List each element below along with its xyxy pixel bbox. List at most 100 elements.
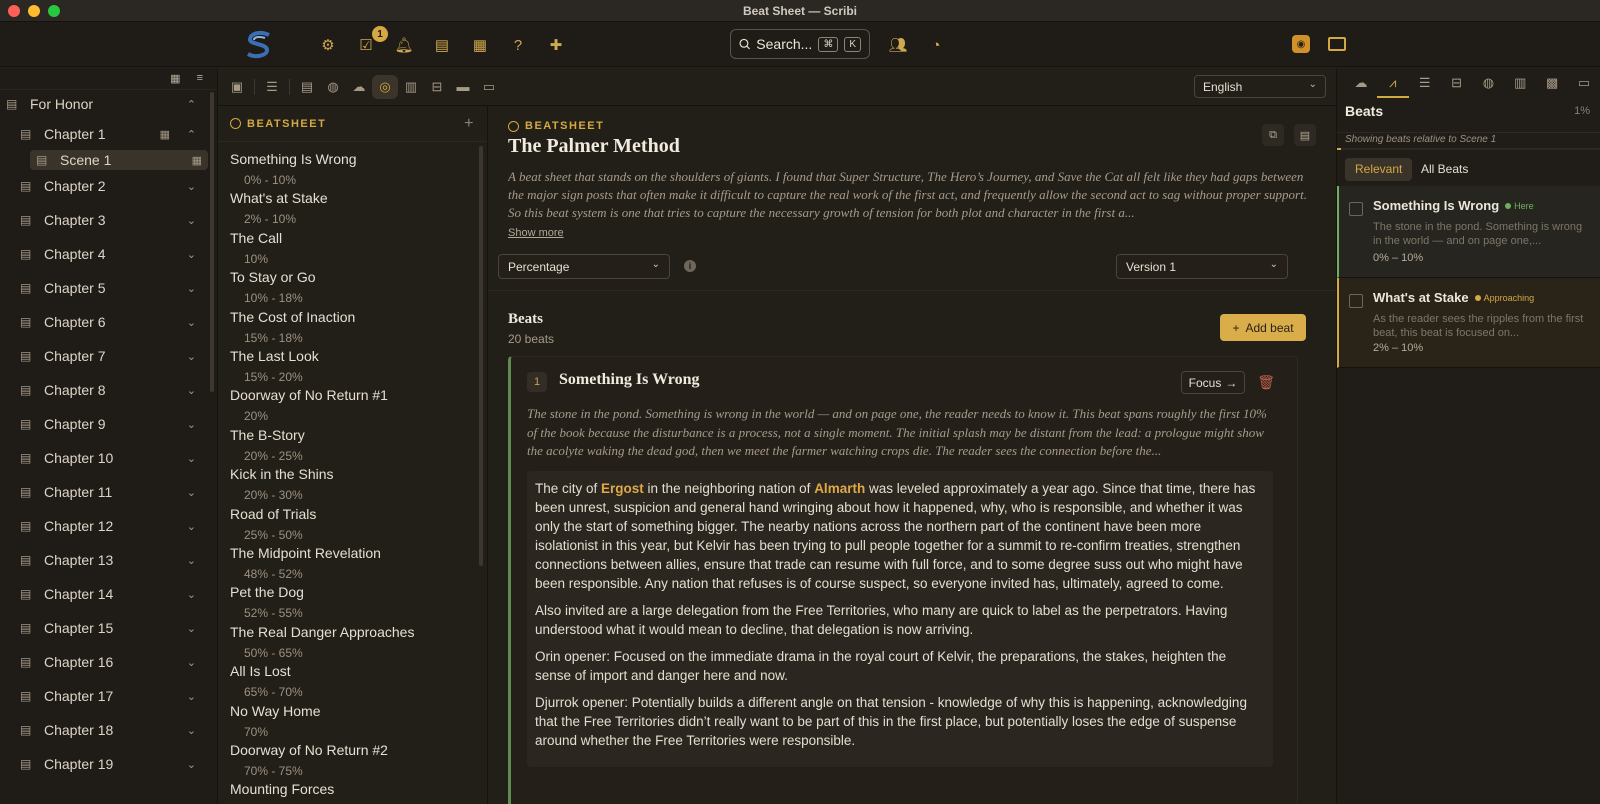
relevant-beat-item[interactable]: Something Is Wrong Here The stone in the p…	[1337, 186, 1600, 278]
tab-relevant[interactable]: Relevant	[1345, 158, 1413, 181]
chevron-down-icon[interactable]: ⌄	[187, 180, 196, 193]
chevron-down-icon[interactable]: ⌄	[187, 758, 196, 771]
menu-icon[interactable]: ≡	[197, 72, 203, 89]
brain-icon[interactable]: ☁	[346, 79, 372, 95]
chevron-down-icon[interactable]: ⌄	[187, 248, 196, 261]
tasks-icon[interactable]: ☑ 1	[354, 26, 388, 56]
beat-checkbox[interactable]	[1349, 294, 1363, 308]
globe-icon[interactable]: ◍	[1473, 68, 1505, 98]
sidebar-item-chapter[interactable]: ▤ Chapter 4 ⌄	[0, 244, 210, 264]
beat-list-item[interactable]: What's at Stake 2% - 10%	[230, 190, 480, 226]
beatsheet-icon[interactable]: ◎	[372, 74, 398, 99]
sidebar-item-chapter[interactable]: ▤ Chapter 2 ⌄	[0, 176, 210, 196]
timeline-icon[interactable]: ⊟	[424, 79, 450, 95]
document-icon[interactable]: ▤	[294, 79, 320, 95]
chevron-down-icon[interactable]: ⌄	[187, 724, 196, 737]
avatar[interactable]: ◉	[1292, 35, 1310, 53]
language-select[interactable]: English ⌄	[1194, 75, 1326, 98]
beat-list-item[interactable]: Road of Trials 25% - 50%	[230, 506, 480, 542]
chevron-down-icon[interactable]: ⌄	[187, 418, 196, 431]
chevron-down-icon[interactable]: ⌄	[187, 554, 196, 567]
chevron-down-icon[interactable]: ⌄	[187, 520, 196, 533]
archive-icon[interactable]: ▬	[450, 79, 476, 94]
beat-list-item[interactable]: Doorway of No Return #1 20%	[230, 387, 480, 423]
chevron-down-icon[interactable]: ⌄	[187, 588, 196, 601]
chart-icon[interactable]: ⩘	[1376, 68, 1409, 98]
add-icon[interactable]: +	[464, 115, 475, 133]
chevron-down-icon[interactable]: ⌄	[187, 486, 196, 499]
chat-icon[interactable]: ✚	[544, 34, 568, 56]
mode-select[interactable]: Percentage ⌄	[498, 254, 670, 279]
globe-icon[interactable]: ◍	[320, 79, 346, 95]
outline-icon[interactable]: ☰	[259, 79, 285, 95]
zoom-window-button[interactable]	[48, 5, 60, 17]
sidebar-item-chapter[interactable]: ▤ Chapter 19 ⌄	[0, 754, 210, 774]
beat-list-item[interactable]: The Cost of Inaction 15% - 18%	[230, 309, 480, 345]
toggle-sidebar-icon[interactable]: ▣	[224, 79, 250, 95]
app-logo[interactable]	[243, 29, 275, 61]
chat-icon[interactable]: ▭	[1568, 68, 1600, 98]
sidebar-item-chapter[interactable]: ▤ Chapter 17 ⌄	[0, 686, 210, 706]
sidebar-item-chapter[interactable]: ▤ Chapter 11 ⌄	[0, 482, 210, 502]
sidebar-item-chapter[interactable]: ▤ Chapter 10 ⌄	[0, 448, 210, 468]
calendar-icon[interactable]: ▦	[160, 128, 170, 141]
sidebar-item-chapter[interactable]: ▤ Chapter 3 ⌄	[0, 210, 210, 230]
beat-notes-editor[interactable]: The city of Ergost in the neighboring na…	[527, 471, 1273, 767]
sidebar-item-chapter[interactable]: ▤ Chapter 16 ⌄	[0, 652, 210, 672]
beat-list-item[interactable]: Mounting Forces	[230, 781, 480, 803]
minimize-window-button[interactable]	[28, 5, 40, 17]
sidebar-item-scene[interactable]: ▤ Scene 1 ▦	[30, 150, 208, 170]
sidebar-item-chapter[interactable]: ▤ Chapter 8 ⌄	[0, 380, 210, 400]
sidebar-item-chapter[interactable]: ▤ Chapter 6 ⌄	[0, 312, 210, 332]
calendar-icon[interactable]: ▦	[468, 34, 492, 56]
chevron-down-icon[interactable]: ⌄	[187, 452, 196, 465]
contacts-icon[interactable]: ▤	[430, 34, 454, 56]
sidebar-scrollbar[interactable]	[210, 92, 214, 392]
timer-icon[interactable]: ◔	[924, 34, 948, 56]
beat-list-item[interactable]: The Last Look 15% - 20%	[230, 348, 480, 384]
beat-list-item[interactable]: All Is Lost 65% - 70%	[230, 663, 480, 699]
sidebar-item-chapter[interactable]: ▤ Chapter 7 ⌄	[0, 346, 210, 366]
show-more-link[interactable]: Show more	[508, 227, 564, 239]
chevron-up-icon[interactable]: ⌃	[187, 98, 196, 111]
beat-list-item[interactable]: Something Is Wrong 0% - 10%	[230, 151, 480, 187]
document-icon[interactable]: ▤	[1294, 124, 1316, 146]
beat-list-item[interactable]: To Stay or Go 10% - 18%	[230, 269, 480, 305]
chevron-down-icon[interactable]: ⌄	[187, 316, 196, 329]
beat-list-item[interactable]: The Midpoint Revelation 48% - 52%	[230, 545, 480, 581]
entity-link-almarth[interactable]: Almarth	[814, 481, 865, 496]
add-beat-button[interactable]: + Add beat	[1220, 314, 1306, 341]
chevron-down-icon[interactable]: ⌄	[187, 282, 196, 295]
chevron-down-icon[interactable]: ⌄	[187, 622, 196, 635]
close-window-button[interactable]	[8, 5, 20, 17]
version-select[interactable]: Version 1 ⌄	[1116, 254, 1288, 279]
beat-checkbox[interactable]	[1349, 202, 1363, 216]
entity-link-ergost[interactable]: Ergost	[601, 481, 644, 496]
sidebar-item-project[interactable]: ▤ For Honor ⌃	[0, 94, 210, 114]
notes-icon[interactable]: ▥	[398, 79, 424, 95]
chevron-down-icon[interactable]: ⌄	[187, 350, 196, 363]
sidebar-item-chapter[interactable]: ▤ Chapter 5 ⌄	[0, 278, 210, 298]
sidebar-item-chapter[interactable]: ▤ Chapter 1 ▦ ⌃	[0, 124, 210, 144]
beat-list-item[interactable]: No Way Home 70%	[230, 703, 480, 739]
reader-view-icon[interactable]	[1328, 37, 1346, 51]
trash-icon[interactable]: 🗑︎	[1257, 374, 1275, 391]
sidebar-item-chapter[interactable]: ▤ Chapter 13 ⌄	[0, 550, 210, 570]
focus-button[interactable]: Focus →	[1181, 371, 1245, 394]
info-icon[interactable]: i	[684, 260, 696, 272]
calendar-icon[interactable]: ▦	[170, 72, 180, 89]
sidebar-item-chapter[interactable]: ▤ Chapter 12 ⌄	[0, 516, 210, 536]
sidebar-item-chapter[interactable]: ▤ Chapter 18 ⌄	[0, 720, 210, 740]
beat-list-item[interactable]: Kick in the Shins 20% - 30%	[230, 466, 480, 502]
bell-icon[interactable]: 🔔︎	[392, 34, 416, 56]
help-icon[interactable]: ?	[506, 34, 530, 56]
beatlist-scrollbar[interactable]	[479, 146, 483, 566]
chevron-down-icon[interactable]: ⌄	[187, 214, 196, 227]
beat-list-item[interactable]: Doorway of No Return #2 70% - 75%	[230, 742, 480, 778]
chevron-down-icon[interactable]: ⌄	[187, 690, 196, 703]
calendar-icon[interactable]: ▦	[192, 154, 202, 167]
sidebar-item-chapter[interactable]: ▤ Chapter 9 ⌄	[0, 414, 210, 434]
sidebar-item-chapter[interactable]: ▤ Chapter 15 ⌄	[0, 618, 210, 638]
timeline-icon[interactable]: ⊟	[1441, 68, 1473, 98]
list-icon[interactable]: ☰	[1409, 68, 1441, 98]
